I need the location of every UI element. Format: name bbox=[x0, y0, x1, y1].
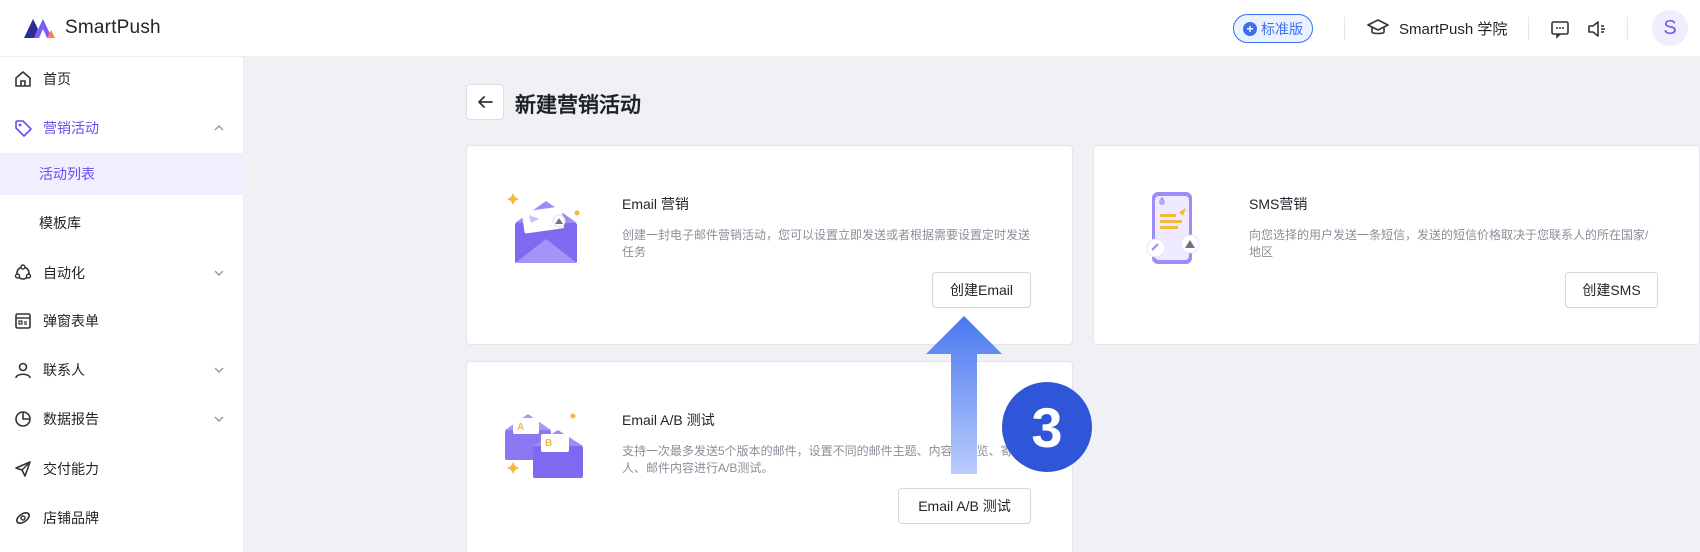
pie-chart-icon bbox=[15, 411, 31, 427]
svg-text:B: B bbox=[545, 438, 552, 449]
plan-badge[interactable]: + 标准版 bbox=[1233, 14, 1313, 43]
sidebar-item-label: 自动化 bbox=[43, 265, 85, 281]
email-envelope-illustration bbox=[507, 193, 580, 263]
step-number-badge: 3 bbox=[1002, 382, 1092, 472]
sms-marketing-card: SMS营销 向您选择的用户发送一条短信，发送的短信价格取决于您联系人的所在国家/… bbox=[1093, 145, 1700, 345]
svg-text:A: A bbox=[517, 422, 524, 433]
tutorial-arrow-up bbox=[926, 316, 1002, 474]
chevron-down-icon bbox=[214, 416, 224, 422]
academy-link[interactable]: SmartPush 学院 bbox=[1367, 16, 1507, 40]
tag-icon bbox=[15, 120, 32, 137]
ab-test-envelope-illustration: A B bbox=[505, 413, 583, 478]
sidebar-item-label: 营销活动 bbox=[43, 120, 99, 136]
sidebar-item-template-library[interactable]: 模板库 bbox=[0, 202, 244, 244]
sidebar-item-label: 模板库 bbox=[39, 215, 81, 231]
graduation-cap-icon bbox=[1367, 19, 1389, 35]
speaker-icon[interactable] bbox=[1586, 18, 1608, 40]
sidebar-item-campaign-list[interactable]: 活动列表 bbox=[0, 153, 244, 195]
sidebar-item-contacts[interactable]: 联系人 bbox=[0, 350, 244, 390]
brand-icon bbox=[16, 512, 30, 524]
smartpush-logo-icon bbox=[24, 19, 55, 38]
sidebar-item-deliverability[interactable]: 交付能力 bbox=[0, 449, 244, 489]
brand-name: SmartPush bbox=[65, 17, 161, 38]
sidebar-item-label: 首页 bbox=[43, 71, 71, 87]
card-title: Email 营销 bbox=[622, 196, 689, 212]
email-marketing-card: Email 营销 创建一封电子邮件营销活动，您可以设置立即发送或者根据需要设置定… bbox=[466, 145, 1073, 345]
send-icon bbox=[15, 461, 31, 477]
user-icon bbox=[15, 362, 31, 379]
sidebar-item-label: 活动列表 bbox=[39, 166, 95, 182]
sidebar-item-marketing[interactable]: 营销活动 bbox=[0, 108, 244, 148]
sms-phone-illustration bbox=[1146, 192, 1200, 264]
card-description: 向您选择的用户发送一条短信，发送的短信价格取决于您联系人的所在国家/地区 bbox=[1249, 228, 1649, 259]
sidebar-item-label: 交付能力 bbox=[43, 461, 99, 477]
create-sms-button[interactable]: 创建SMS bbox=[1565, 272, 1658, 308]
top-bar: SmartPush + 标准版 SmartPush 学院 S bbox=[0, 0, 1700, 57]
chevron-down-icon bbox=[214, 367, 224, 373]
sidebar-item-label: 弹窗表单 bbox=[43, 313, 99, 329]
chevron-up-icon bbox=[214, 125, 224, 131]
sidebar-item-popup-forms[interactable]: 弹窗表单 bbox=[0, 301, 244, 341]
automation-icon bbox=[14, 264, 32, 280]
sidebar-item-reports[interactable]: 数据报告 bbox=[0, 399, 244, 439]
avatar[interactable]: S bbox=[1652, 10, 1688, 46]
sidebar-item-automation[interactable]: 自动化 bbox=[0, 253, 244, 293]
divider bbox=[1344, 17, 1345, 40]
divider bbox=[1627, 17, 1628, 40]
academy-label: SmartPush 学院 bbox=[1399, 20, 1508, 38]
sidebar-item-label: 联系人 bbox=[43, 362, 85, 378]
avatar-initial: S bbox=[1663, 16, 1677, 39]
chevron-down-icon bbox=[214, 270, 224, 276]
plan-badge-label: 标准版 bbox=[1261, 20, 1303, 37]
home-icon bbox=[15, 71, 31, 87]
arrow-left-icon bbox=[478, 96, 493, 108]
card-description: 创建一封电子邮件营销活动，您可以设置立即发送或者根据需要设置定时发送任务 bbox=[622, 228, 1031, 259]
create-email-button[interactable]: 创建Email bbox=[932, 272, 1031, 308]
message-icon[interactable] bbox=[1549, 18, 1571, 40]
plus-circle-icon: + bbox=[1243, 21, 1257, 36]
sidebar: 首页 营销活动 活动列表 模板库 自动化 弹窗表单 联系人 数据报告 交付能力 … bbox=[0, 57, 244, 552]
card-title: Email A/B 测试 bbox=[622, 412, 715, 428]
page-title: 新建营销活动 bbox=[515, 94, 641, 117]
brand-logo[interactable]: SmartPush bbox=[22, 15, 161, 41]
back-button[interactable] bbox=[466, 84, 504, 120]
sidebar-item-label: 店铺品牌 bbox=[43, 510, 99, 526]
step-number: 3 bbox=[1031, 395, 1063, 459]
divider bbox=[1528, 17, 1529, 40]
sidebar-item-label: 数据报告 bbox=[43, 411, 99, 427]
sidebar-item-store-brand[interactable]: 店铺品牌 bbox=[0, 498, 244, 538]
form-icon bbox=[15, 313, 31, 329]
email-ab-test-button[interactable]: Email A/B 测试 bbox=[898, 488, 1031, 524]
sidebar-item-home[interactable]: 首页 bbox=[0, 59, 244, 99]
card-title: SMS营销 bbox=[1249, 196, 1308, 212]
